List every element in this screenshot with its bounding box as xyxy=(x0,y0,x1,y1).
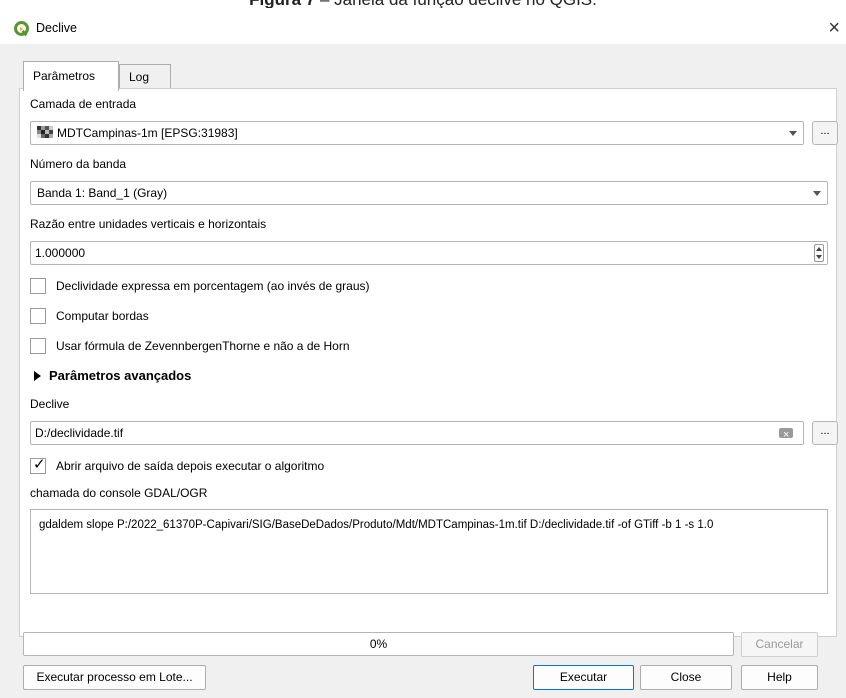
spinner-icon[interactable] xyxy=(814,244,824,262)
output-path-field[interactable]: D:/declividade.tif xyxy=(30,421,804,446)
console-label: chamada do console GDAL/OGR xyxy=(30,486,208,500)
figure-caption: Figura 7 – Janela da função declive no Q… xyxy=(0,0,846,8)
ratio-spinbox[interactable]: 1.000000 xyxy=(30,241,828,265)
band-label: Número da banda xyxy=(30,157,127,171)
console-command-textarea[interactable]: gdaldem slope P:/2022_61370P-Capivari/SI… xyxy=(30,509,828,594)
chevron-down-icon xyxy=(813,191,821,196)
checkbox-percent[interactable] xyxy=(30,278,46,294)
checkmark-icon: ✓ xyxy=(33,456,46,473)
checkbox-edges[interactable] xyxy=(30,308,46,324)
advanced-label: Parâmetros avançados xyxy=(49,368,192,383)
raster-layer-icon xyxy=(37,126,53,138)
ratio-value: 1.000000 xyxy=(35,246,86,260)
output-label: Declive xyxy=(30,397,70,411)
tab-parametros[interactable]: Parâmetros xyxy=(23,61,119,91)
parameters-panel: Camada de entrada MDTCampinas-1m [EPSG:3… xyxy=(19,88,838,637)
window-title: Declive xyxy=(36,21,77,35)
chevron-down-icon xyxy=(789,131,797,136)
advanced-parameters-toggle[interactable]: Parâmetros avançados xyxy=(34,368,191,383)
caption-prefix: Figura 7 xyxy=(249,0,315,8)
caption-text: – Janela da função declive no QGIS. xyxy=(315,0,597,8)
close-icon[interactable]: × xyxy=(828,16,840,40)
band-value: Banda 1: Band_1 (Gray) xyxy=(37,186,168,200)
input-layer-browse-button[interactable]: ... xyxy=(812,121,838,145)
checkbox-percent-label: Declividade expressa em porcentagem (ao … xyxy=(56,279,370,293)
band-combo[interactable]: Banda 1: Band_1 (Gray) xyxy=(30,181,828,205)
checkbox-open[interactable]: ✓ xyxy=(30,456,46,474)
qgis-logo-icon xyxy=(14,21,29,37)
checkbox-edges-label: Computar bordas xyxy=(56,309,149,323)
output-browse-button[interactable]: ... xyxy=(812,421,838,445)
checkbox-zevenbergen[interactable] xyxy=(30,338,46,354)
run-button[interactable]: Executar xyxy=(533,665,634,690)
batch-process-button[interactable]: Executar processo em Lote... xyxy=(23,665,206,690)
output-value: D:/declividade.tif xyxy=(35,426,124,440)
close-button[interactable]: Close xyxy=(640,665,732,690)
cancel-button[interactable]: Cancelar xyxy=(741,632,818,657)
input-layer-value: MDTCampinas-1m [EPSG:31983] xyxy=(57,126,238,140)
tab-log[interactable]: Log xyxy=(119,64,171,90)
ratio-label: Razão entre unidades verticais e horizon… xyxy=(30,217,267,231)
checkbox-open-label: Abrir arquivo de saída depois executar o… xyxy=(56,459,325,473)
checkbox-zevenbergen-label: Usar fórmula de ZevennbergenThorne e não… xyxy=(56,339,350,353)
progress-text: 0% xyxy=(369,637,388,651)
progress-bar: 0% xyxy=(23,632,734,656)
help-button[interactable]: Help xyxy=(741,665,818,690)
input-layer-combo[interactable]: MDTCampinas-1m [EPSG:31983] xyxy=(30,121,804,145)
input-layer-label: Camada de entrada xyxy=(30,97,137,111)
expand-arrow-icon xyxy=(34,371,41,381)
title-bar: Declive × xyxy=(0,14,846,44)
clear-icon[interactable] xyxy=(779,424,793,446)
dialog-body: Parâmetros Log Camada de entrada MDTCamp… xyxy=(0,44,846,698)
